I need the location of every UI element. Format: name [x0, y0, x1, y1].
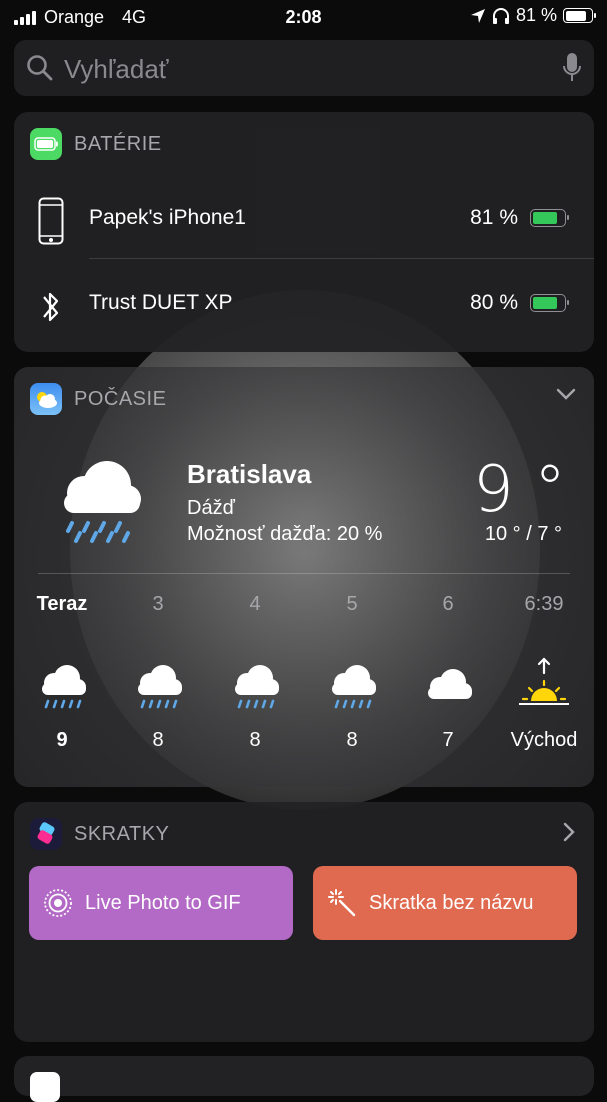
hour-temp: 7 [442, 729, 454, 751]
weather-widget-title: POČASIE [74, 387, 167, 410]
battery-row-headphones: Trust DUET XP 80 % [14, 267, 594, 337]
cloud-rain-icon [332, 665, 376, 709]
next-widget-peek [14, 1056, 594, 1102]
hour-temp: Východ [510, 729, 578, 751]
live-photo-to-gif-button[interactable]: Live Photo to GIF [29, 866, 293, 940]
shortcut-label: Live Photo to GIF [85, 891, 241, 914]
device-percent: 80 % [470, 291, 518, 314]
hour-item: 6:39 Východ [496, 593, 592, 752]
sunrise-icon [519, 657, 569, 705]
hour-label: Teraz [36, 593, 88, 615]
hour-label: 5 [346, 593, 358, 615]
hour-temp: 8 [346, 729, 358, 751]
hour-item: Teraz 9 [14, 593, 110, 752]
search-input[interactable] [62, 50, 546, 88]
live-photo-icon [44, 889, 72, 917]
hour-label: 6:39 [524, 593, 564, 615]
hour-temp: 8 [249, 729, 261, 751]
search-icon [27, 55, 53, 81]
cloud-rain-icon [235, 665, 279, 709]
device-battery-icon [530, 294, 569, 312]
device-name: Papek's iPhone1 [89, 206, 246, 229]
weather-condition: Dážď [187, 497, 235, 519]
headphones-icon [492, 7, 509, 24]
weather-widget-header: POČASIE [30, 383, 166, 415]
precipitation-chance: Možnosť dažďa: 20 % [187, 523, 383, 545]
shortcuts-widget-header: SKRATKY [30, 818, 169, 850]
weather-widget: POČASIE Bratislava Dážď Možnosť dažďa: 2… [14, 367, 594, 787]
magic-wand-icon [328, 889, 356, 917]
hour-temp: 8 [152, 729, 164, 751]
weather-app-icon [30, 383, 62, 415]
shortcuts-app-icon [30, 818, 62, 850]
high-low-temperature: 10 ° / 7 ° [484, 523, 562, 545]
hour-item: 5 8 [304, 593, 400, 752]
cloud-rain-icon [42, 665, 86, 709]
city-name: Bratislava [187, 459, 312, 489]
status-bar: Orange 4G 2:08 81 % [0, 0, 607, 34]
microphone-icon[interactable] [562, 52, 582, 84]
battery-widget-title: BATÉRIE [74, 132, 162, 155]
current-temperature: 9 ° [472, 453, 566, 527]
shortcuts-widget: SKRATKY Live Photo to GIF Skratka bez ná… [14, 802, 594, 1042]
divider [38, 573, 570, 574]
hour-item: 4 8 [207, 593, 303, 752]
batteries-app-icon [30, 128, 62, 160]
bluetooth-icon [43, 292, 59, 322]
shortcuts-widget-title: SKRATKY [74, 822, 170, 845]
battery-widget: BATÉRIE Papek's iPhone1 81 % Trust DUET … [14, 112, 594, 352]
chevron-down-icon[interactable] [556, 387, 576, 401]
location-arrow-icon [470, 8, 485, 23]
iphone-icon [38, 197, 64, 245]
untitled-shortcut-button[interactable]: Skratka bez názvu [313, 866, 577, 940]
hour-item: 6 7 [400, 593, 496, 752]
battery-widget-header: BATÉRIE [30, 128, 162, 160]
hour-item: 3 8 [110, 593, 206, 752]
battery-row-iphone: Papek's iPhone1 81 % [14, 182, 594, 252]
cloud-rain-icon [138, 665, 182, 709]
battery-icon [563, 8, 596, 23]
hour-temp: 9 [56, 729, 68, 751]
device-name: Trust DUET XP [89, 291, 233, 314]
battery-percent: 81 % [515, 5, 557, 25]
chevron-right-icon[interactable] [562, 822, 576, 842]
hour-label: 3 [152, 593, 164, 615]
cloud-rain-icon [64, 461, 141, 543]
hour-label: 4 [249, 593, 261, 615]
device-battery-icon [530, 209, 569, 227]
shortcut-label: Skratka bez názvu [369, 891, 534, 914]
divider [89, 258, 594, 259]
cloud-icon [428, 669, 472, 699]
hour-label: 6 [442, 593, 454, 615]
search-bar[interactable] [14, 40, 594, 96]
app-icon [30, 1072, 60, 1102]
device-percent: 81 % [470, 206, 518, 229]
hourly-forecast: Teraz 9 3 8 4 8 5 8 6 7 6:39 Východ [14, 593, 594, 773]
